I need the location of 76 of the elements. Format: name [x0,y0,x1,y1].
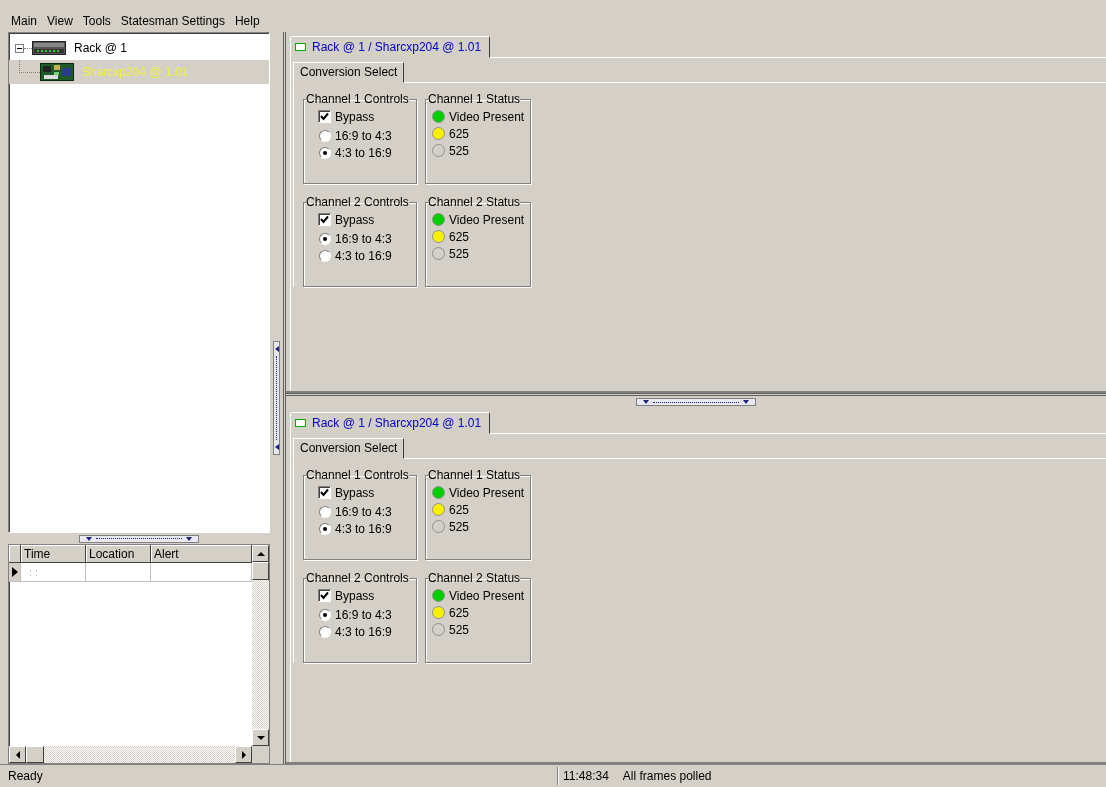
status-label: 625 [449,605,470,620]
menu-item[interactable]: Tools [77,13,116,29]
status-label: 625 [449,229,470,244]
status-label: 525 [449,622,470,637]
radio-label[interactable]: 16:9 to 4:3 [335,231,392,246]
checkbox-label[interactable]: Bypass [335,109,375,124]
radio-button[interactable] [319,129,331,142]
column-header[interactable]: Location [86,545,151,563]
status-label: Video Present [449,485,525,500]
tab[interactable]: Conversion Select [293,62,405,83]
group-title: Channel 2 Status [428,195,521,209]
status-label: 525 [449,519,470,534]
folder-icon [295,43,306,51]
group-title: Channel 1 Status [428,468,521,482]
status-text: All frames polled [622,769,712,783]
checkbox[interactable] [318,589,331,602]
status-text: Ready [8,769,43,783]
radio-button[interactable] [319,505,331,518]
scroll-down-button[interactable] [252,729,269,746]
group-title: Channel 1 Controls [306,92,409,106]
status-label: Video Present [449,212,525,227]
tab[interactable]: Conversion Select [293,438,405,459]
group-title: Channel 1 Controls [306,468,409,482]
splitter-handle[interactable] [636,398,756,406]
radio-label[interactable]: 16:9 to 4:3 [335,607,392,622]
radio-label[interactable]: 4:3 to 16:9 [335,145,392,160]
scroll-right-button[interactable] [235,746,252,763]
menu-item[interactable]: Statesman Settings [115,13,230,29]
status-label: 625 [449,126,470,141]
radio-button[interactable] [319,522,331,535]
status-label: Video Present [449,588,525,603]
folder-icon [295,419,306,427]
radio-button[interactable] [319,146,331,159]
radio-button[interactable] [319,232,331,245]
radio-label[interactable]: 16:9 to 4:3 [335,504,392,519]
radio-button[interactable] [319,625,331,638]
checkbox[interactable] [318,486,331,499]
splitter-handle[interactable] [79,534,199,543]
circuit-board-icon [40,63,74,81]
tab[interactable]: Rack @ 1 / Sharcxp204 @ 1.01 [290,36,491,58]
column-header[interactable]: Time [21,545,86,563]
scroll-thumb[interactable] [252,562,269,580]
status-label: 525 [449,143,470,158]
menu-item[interactable]: Help [229,13,265,29]
status-label: 525 [449,246,470,261]
radio-label[interactable]: 4:3 to 16:9 [335,624,392,639]
scrollbar-corner [252,746,269,763]
checkbox[interactable] [318,110,331,123]
collapse-icon[interactable] [15,43,24,53]
scroll-left-button[interactable] [9,746,26,763]
table-cell [86,563,151,582]
tree-item[interactable]: Rack @ 1 [70,41,131,55]
status-label: 625 [449,502,470,517]
scroll-thumb[interactable] [26,746,44,763]
group-title: Channel 1 Status [428,92,521,106]
checkbox-label[interactable]: Bypass [335,485,375,500]
radio-button[interactable] [319,249,331,262]
menu-item[interactable]: Main [6,13,42,29]
checkbox-label[interactable]: Bypass [335,588,375,603]
group-title: Channel 2 Controls [306,571,409,585]
status-time: 11:48:34 [563,769,609,783]
column-header[interactable]: Alert [151,545,252,563]
tab[interactable]: Rack @ 1 / Sharcxp204 @ 1.01 [290,412,491,434]
splitter-handle[interactable] [273,341,280,455]
table-cell: : : [21,563,86,582]
radio-label[interactable]: 4:3 to 16:9 [335,248,392,263]
group-title: Channel 2 Controls [306,195,409,209]
checkbox-label[interactable]: Bypass [335,212,375,227]
radio-label[interactable]: 4:3 to 16:9 [335,521,392,536]
status-label: Video Present [449,109,525,124]
radio-button[interactable] [319,608,331,621]
group-title: Channel 2 Status [428,571,521,585]
menu-item[interactable]: View [42,13,78,29]
checkbox[interactable] [318,213,331,226]
scroll-up-button[interactable] [252,545,269,562]
radio-label[interactable]: 16:9 to 4:3 [335,128,392,143]
